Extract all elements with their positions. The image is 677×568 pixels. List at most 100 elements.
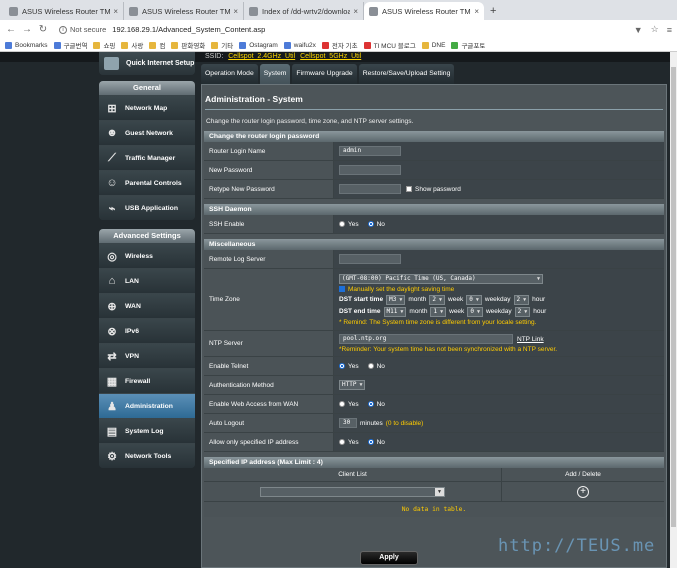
brave-shield-icon[interactable]: ▼: [634, 25, 643, 35]
sidebar-item-vpn[interactable]: ⇄ VPN: [99, 343, 195, 368]
reload-icon[interactable]: ↻: [37, 24, 49, 35]
star-icon[interactable]: ☆: [651, 24, 659, 35]
bookmark-item[interactable]: 구글번역: [53, 40, 87, 50]
url-field[interactable]: 192.168.29.1/Advanced_System_Content.asp: [112, 25, 265, 34]
sidebar-item-network-tools[interactable]: ⚙ Network Tools: [99, 443, 195, 468]
retype-password-input[interactable]: [339, 184, 401, 194]
web-wan-no-radio[interactable]: [367, 401, 374, 407]
ntp-input-row: pool.ntp.org NTP Link: [339, 334, 544, 344]
back-icon[interactable]: ←: [5, 24, 17, 35]
security-indicator[interactable]: i Not secure: [59, 25, 106, 34]
show-password-checkbox[interactable]: [406, 186, 412, 192]
general-title: General: [99, 81, 195, 95]
apply-button[interactable]: Apply: [360, 551, 418, 565]
sidebar-item-traffic-manager[interactable]: ⟋ Traffic Manager: [99, 145, 195, 170]
sidebar-item-lan[interactable]: ⌂ LAN: [99, 268, 195, 293]
time-zone-cell: (GMT-08:00) Pacific Time (US, Canada) ▼ M…: [334, 269, 664, 330]
bookmark-item[interactable]: waifu2x: [283, 41, 316, 49]
new-password-input[interactable]: [339, 165, 401, 175]
sidebar-item-wireless[interactable]: ◎ Wireless: [99, 243, 195, 268]
ipv6-icon: ⊗: [107, 325, 117, 338]
time-zone-select[interactable]: (GMT-08:00) Pacific Time (US, Canada) ▼: [339, 273, 543, 284]
quick-internet-setup[interactable]: Quick Internet Setup: [99, 52, 195, 75]
bookmarks-bar: Bookmarks 구글번역 쇼핑 사랑 컴 판화영화 기타 Ostagram …: [0, 39, 677, 52]
dst-end-label: DST end time: [339, 308, 381, 315]
dst-end-weekday-select[interactable]: 0 ▼: [467, 306, 483, 317]
sidebar-item-guest-network[interactable]: ☻ Guest Network: [99, 120, 195, 145]
close-icon[interactable]: ×: [113, 7, 118, 16]
row-remote-log: Remote Log Server: [204, 250, 664, 269]
menu-icon[interactable]: ≡: [667, 25, 672, 35]
dst-start-weekday-select[interactable]: 0 ▼: [466, 294, 482, 305]
watermark: http://TEUS.me: [498, 536, 656, 556]
bookmark-item[interactable]: 전자 기초: [321, 40, 358, 50]
telnet-no-radio[interactable]: [367, 363, 374, 369]
address-bar: ← → ↻ i Not secure 192.168.29.1/Advanced…: [0, 20, 677, 39]
bookmark-item[interactable]: 쇼핑: [93, 40, 115, 50]
chevron-down-icon: ▼: [359, 382, 363, 388]
remote-log-input[interactable]: [339, 254, 401, 264]
bookmark-item[interactable]: 사랑: [121, 40, 143, 50]
browser-tab-4[interactable]: ASUS Wireless Router TM-AC1900 ×: [364, 2, 484, 20]
browser-tab-2[interactable]: ASUS Wireless Router TM-AC1900 ×: [124, 2, 244, 20]
dst-end-week-select[interactable]: 1 ▼: [430, 306, 447, 317]
client-list-select[interactable]: [260, 486, 445, 497]
auto-logout-input[interactable]: 30: [339, 418, 357, 428]
browser-tab-1[interactable]: ASUS Wireless Router TM-AC1900 ×: [4, 2, 124, 20]
row-new-password: New Password: [204, 161, 664, 180]
bookmark-item[interactable]: 컴: [149, 40, 165, 50]
dst-start-month-select[interactable]: M3 ▼: [386, 294, 406, 305]
dst-start-week-select[interactable]: 2 ▼: [429, 294, 446, 305]
dst-end-hour-select[interactable]: 2 ▼: [514, 306, 531, 317]
bookmark-item[interactable]: 판화영화: [171, 40, 205, 50]
row-telnet: Enable Telnet Yes No: [204, 357, 664, 376]
bookmark-item[interactable]: 기타: [211, 40, 233, 50]
login-name-input[interactable]: admin: [339, 146, 401, 156]
ntp-link[interactable]: NTP Link: [517, 336, 544, 343]
sidebar-item-administration[interactable]: ♟ Administration: [99, 393, 195, 418]
new-tab-icon[interactable]: +: [490, 5, 496, 17]
scrollbar-thumb[interactable]: [671, 67, 676, 527]
scrollbar[interactable]: [670, 52, 677, 568]
dst-checkbox[interactable]: [339, 286, 345, 292]
sidebar-item-network-map[interactable]: ⊞ Network Map: [99, 95, 195, 120]
ssh-no-radio[interactable]: [367, 221, 374, 227]
only-ip-no-radio[interactable]: [367, 439, 374, 445]
chevron-down-icon: ▼: [475, 296, 479, 303]
bookmark-item[interactable]: DNE: [421, 41, 445, 49]
sidebar-item-wan[interactable]: ⊕ WAN: [99, 293, 195, 318]
close-icon[interactable]: ×: [474, 7, 479, 16]
sidebar-item-parental-controls[interactable]: ☺ Parental Controls: [99, 170, 195, 195]
tab-system[interactable]: System: [259, 64, 291, 84]
menu-label: WAN: [125, 302, 141, 310]
telnet-yes-radio[interactable]: [339, 363, 345, 369]
bookmark-item[interactable]: Bookmarks: [5, 41, 48, 49]
web-wan-yes-radio[interactable]: [339, 401, 345, 407]
bookmark-item[interactable]: TI MCU 블로그: [363, 40, 416, 50]
sidebar-item-usb-application[interactable]: ⌁ USB Application: [99, 195, 195, 220]
tab-restore-save-upload[interactable]: Restore/Save/Upload Setting: [358, 64, 455, 84]
forward-icon[interactable]: →: [21, 24, 33, 35]
ssid-5ghz-link[interactable]: Cellspot_5GHz_Util: [300, 53, 361, 60]
bookmark-item[interactable]: Ostagram: [239, 41, 278, 49]
browser-tab-3[interactable]: Index of /dd-wrtv2/downloads/be ×: [244, 2, 364, 20]
bookmark-label: 컴: [159, 43, 166, 50]
tab-firmware-upgrade[interactable]: Firmware Upgrade: [292, 64, 357, 84]
close-icon[interactable]: ×: [353, 7, 358, 16]
ntp-server-cell: pool.ntp.org NTP Link *Reminder: Your sy…: [334, 331, 664, 356]
dst-end-month-select[interactable]: M11 ▼: [383, 306, 407, 317]
add-icon[interactable]: +: [577, 485, 589, 498]
bookmark-item[interactable]: 구글포토: [451, 40, 485, 50]
ntp-server-input[interactable]: pool.ntp.org: [339, 334, 513, 344]
only-ip-yes-radio[interactable]: [339, 439, 345, 445]
ssid-24ghz-link[interactable]: Cellspot_2.4GHz_Util: [228, 53, 295, 60]
close-icon[interactable]: ×: [233, 7, 238, 16]
tab-operation-mode[interactable]: Operation Mode: [201, 64, 258, 84]
sidebar-item-system-log[interactable]: ▤ System Log: [99, 418, 195, 443]
ssh-yes-radio[interactable]: [339, 221, 345, 227]
sidebar-item-firewall[interactable]: ▦ Firewall: [99, 368, 195, 393]
sidebar-item-ipv6[interactable]: ⊗ IPv6: [99, 318, 195, 343]
row-retype-password: Retype New Password Show password: [204, 180, 664, 199]
auth-method-select[interactable]: HTTP ▼: [339, 380, 366, 390]
dst-start-hour-select[interactable]: 2 ▼: [513, 294, 530, 305]
